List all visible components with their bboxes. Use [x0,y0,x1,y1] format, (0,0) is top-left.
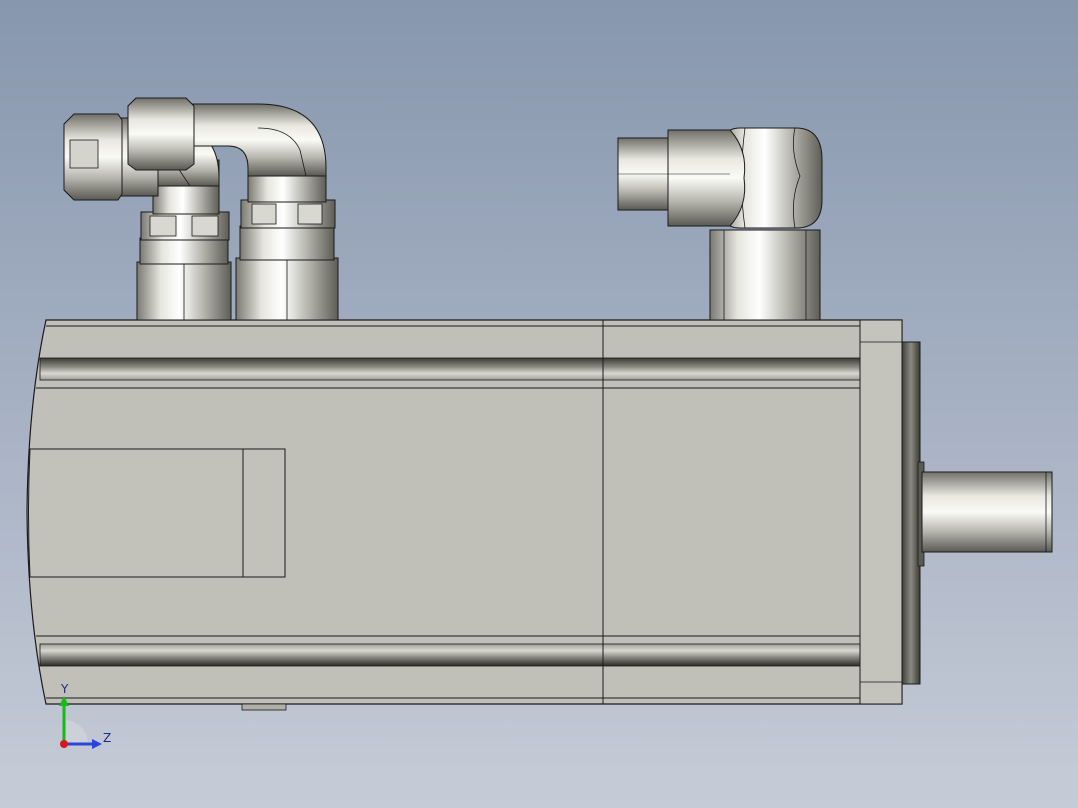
front-flange[interactable] [901,341,925,685]
coordinate-triad: Y Z [50,682,120,752]
output-shaft[interactable] [921,471,1053,553]
y-axis-label: Y [61,682,69,696]
brake-connector-elbow[interactable] [617,127,823,321]
cad-viewport[interactable]: Y Z [0,0,1078,808]
z-axis-label: Z [103,731,112,745]
nameplate [28,448,286,578]
motor-model[interactable] [0,0,1078,808]
